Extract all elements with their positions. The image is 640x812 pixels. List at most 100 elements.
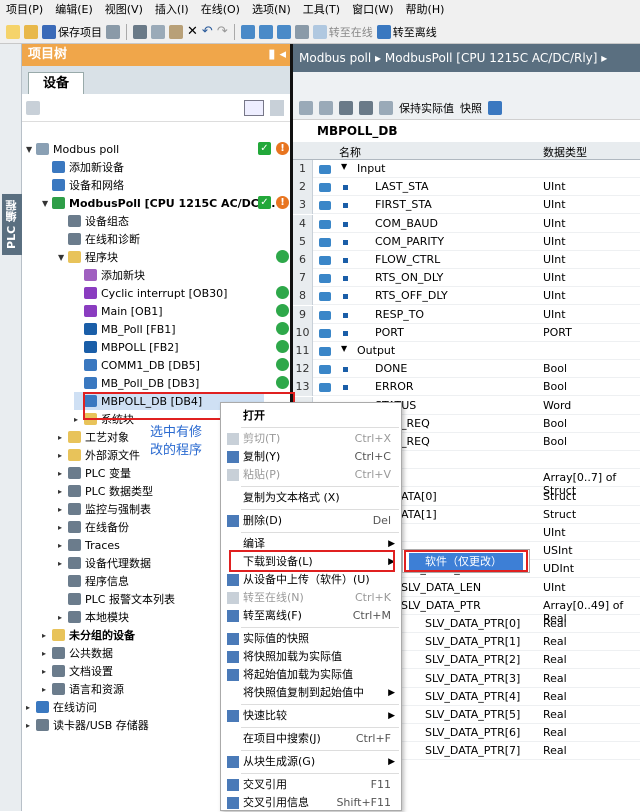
table-row[interactable]: 5 COM_PARITY UInt [293, 232, 640, 251]
tree-item[interactable]: MBPOLL [FB2] [74, 338, 179, 356]
tree-item[interactable]: ▸ 语言和资源 [42, 680, 124, 698]
snapshot-load-icon[interactable] [488, 100, 502, 115]
context-menu-item[interactable]: 打开 [221, 407, 401, 425]
monitor-icon[interactable] [379, 100, 393, 115]
tree-item[interactable]: COMM1_DB [DB5] [74, 356, 200, 374]
tree-toggle[interactable]: ▸ [58, 559, 68, 568]
open-project-button[interactable] [24, 22, 38, 42]
download-button[interactable] [258, 22, 273, 42]
tree-toggle[interactable]: ▸ [42, 649, 52, 658]
overview-icon[interactable] [244, 100, 264, 116]
table-row[interactable]: 2 LAST_STA UInt [293, 178, 640, 197]
context-menu-item[interactable]: 从块生成源(G) ▶ [221, 753, 401, 771]
simulation-button[interactable] [294, 22, 309, 42]
go-online-button[interactable]: 转至在线 [312, 22, 373, 42]
compile-button[interactable] [240, 22, 255, 42]
tree-toggle[interactable]: ▸ [42, 685, 52, 694]
tree-toggle[interactable]: ▸ [58, 523, 68, 532]
collapse-icon[interactable] [359, 100, 373, 115]
menu-4[interactable]: 在线(O) [195, 0, 246, 20]
tree-item[interactable]: ▸ 在线访问 [26, 698, 97, 716]
tree-item[interactable]: 添加新设备 [42, 158, 124, 176]
context-menu-item[interactable]: 交叉引用 F11 [221, 776, 401, 794]
tree-item[interactable]: MB_Poll [FB1] [74, 320, 176, 338]
tree-item[interactable]: ▼ Modbus poll [26, 140, 119, 158]
undo-button[interactable]: ↶ [202, 22, 213, 42]
context-menu-item[interactable]: 转至在线(N) Ctrl+K [221, 589, 401, 607]
redo-button[interactable]: ↷ [217, 22, 228, 42]
menu-7[interactable]: 窗口(W) [346, 0, 399, 20]
keep-actual-values-button[interactable]: 保持实际值 [399, 100, 454, 116]
tree-item[interactable]: ▸ 工艺对象 [58, 428, 129, 446]
tree-toggle[interactable]: ▸ [58, 505, 68, 514]
context-menu-item[interactable]: 实际值的快照 [221, 630, 401, 648]
upload-button[interactable] [276, 22, 291, 42]
menu-2[interactable]: 视图(V) [99, 0, 149, 20]
tree-toggle[interactable]: ▸ [26, 721, 36, 730]
menu-3[interactable]: 插入(I) [149, 0, 195, 20]
add-row-icon[interactable] [319, 100, 333, 115]
tree-item[interactable]: ▼ ModbusPoll [CPU 1215C AC/DC/... [42, 194, 275, 212]
tree-item[interactable]: ▸ 本地模块 [58, 608, 129, 626]
table-row[interactable]: 11 ▼ Output [293, 342, 640, 360]
context-menu-item[interactable]: 粘贴(P) Ctrl+V [221, 466, 401, 484]
tree-item[interactable]: ▸ 文档设置 [42, 662, 113, 680]
tree-item[interactable]: ▸ PLC 变量 [58, 464, 131, 482]
cut-button[interactable] [133, 22, 147, 42]
tree-toggle[interactable]: ▼ [42, 199, 52, 208]
context-menu-item[interactable]: 剪切(T) Ctrl+X [221, 430, 401, 448]
tree-item[interactable]: ▼ 程序块 [58, 248, 118, 266]
context-menu-item[interactable]: 复制为文本格式 (X) [221, 489, 401, 507]
tree-item[interactable]: ▸ 外部源文件 [58, 446, 140, 464]
table-row[interactable]: 9 RESP_TO UInt [293, 305, 640, 324]
context-menu-item[interactable]: 将快照加载为实际值 [221, 648, 401, 666]
row-toggle-icon[interactable]: ▼ [341, 162, 347, 171]
menu-0[interactable]: 项目(P) [0, 0, 49, 20]
tree-item[interactable]: Main [OB1] [74, 302, 163, 320]
tree-item[interactable]: 添加新块 [74, 266, 145, 284]
table-row[interactable]: 13 ERROR Bool [293, 378, 640, 397]
tree-item[interactable]: Cyclic interrupt [OB30] [74, 284, 227, 302]
context-menu-item[interactable]: 将起始值加载为实际值 [221, 666, 401, 684]
table-row[interactable]: 12 DONE Bool [293, 360, 640, 379]
tree-toggle[interactable]: ▸ [58, 469, 68, 478]
context-menu-item[interactable]: 将快照值复制到起始值中 ▶ [221, 684, 401, 702]
table-row[interactable]: 3 FIRST_STA UInt [293, 196, 640, 215]
tree-toggle[interactable]: ▸ [58, 451, 68, 460]
new-project-button[interactable] [6, 22, 20, 42]
copy-button[interactable] [151, 22, 165, 42]
save-project-button[interactable]: 保存项目 [42, 22, 102, 42]
context-menu-item[interactable]: 快速比较 ▶ [221, 707, 401, 725]
tree-toggle[interactable]: ▸ [26, 703, 36, 712]
menu-1[interactable]: 编辑(E) [49, 0, 99, 20]
plc-programming-tab[interactable]: PLC 编程 [2, 194, 22, 255]
table-row[interactable]: 1 ▼ Input [293, 160, 640, 178]
tree-toggle[interactable]: ▸ [42, 631, 52, 640]
pin-icon[interactable]: ▮ ◂ [268, 44, 286, 66]
tree-item[interactable]: 设备组态 [58, 212, 129, 230]
view-toggle-icon[interactable] [26, 101, 40, 115]
tree-item[interactable]: ▸ 未分组的设备 [42, 626, 135, 644]
table-row[interactable]: 8 RTS_OFF_DLY UInt [293, 287, 640, 306]
detail-view-icon[interactable] [270, 100, 284, 116]
context-menu-item[interactable]: 转至离线(F) Ctrl+M [221, 607, 401, 625]
table-row[interactable]: 10 PORT PORT [293, 323, 640, 342]
tree-item[interactable]: ▸ 监控与强制表 [58, 500, 151, 518]
print-button[interactable] [106, 22, 120, 42]
table-row[interactable]: 6 FLOW_CTRL UInt [293, 251, 640, 269]
delete-button[interactable]: ✕ [187, 22, 198, 42]
tree-toggle[interactable]: ▼ [58, 253, 68, 262]
context-menu-item[interactable]: 在项目中搜索(J) Ctrl+F [221, 730, 401, 748]
snapshot-button[interactable]: 快照 [460, 100, 482, 116]
context-menu-item[interactable]: 交叉引用信息 Shift+F11 [221, 794, 401, 812]
tree-item[interactable]: 程序信息 [58, 572, 129, 590]
menu-6[interactable]: 工具(T) [297, 0, 346, 20]
menu-8[interactable]: 帮助(H) [400, 0, 451, 20]
tree-toggle[interactable]: ▸ [58, 487, 68, 496]
row-toggle-icon[interactable]: ▼ [341, 344, 347, 353]
tree-item[interactable]: ▸ 公共数据 [42, 644, 113, 662]
insert-row-icon[interactable] [299, 100, 313, 115]
tree-item[interactable]: ▸ PLC 数据类型 [58, 482, 153, 500]
tree-item[interactable]: ▸ 在线备份 [58, 518, 129, 536]
tree-toggle[interactable]: ▸ [58, 541, 68, 550]
